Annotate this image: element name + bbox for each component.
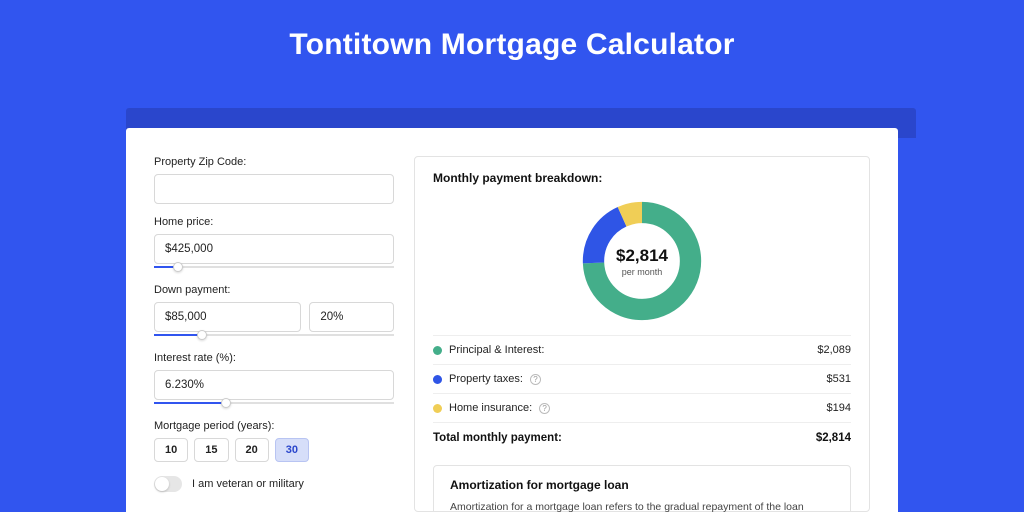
breakdown-panel: Monthly payment breakdown: $2,814 per mo…	[414, 156, 870, 512]
period-button-20[interactable]: 20	[235, 438, 269, 462]
period-button-15[interactable]: 15	[194, 438, 228, 462]
legend-row: Property taxes:? $531	[433, 364, 851, 393]
donut-sub: per month	[622, 267, 663, 277]
zip-field-group: Property Zip Code:	[154, 156, 394, 204]
donut-amount: $2,814	[616, 246, 668, 266]
page-title: Tontitown Mortgage Calculator	[0, 0, 1024, 84]
home-price-label: Home price:	[154, 216, 394, 228]
payment-donut-chart: $2,814 per month	[578, 197, 706, 325]
legend-amount: $194	[827, 402, 851, 414]
period-field-group: Mortgage period (years): 1015 2030	[154, 420, 394, 462]
period-row: 1015 2030	[154, 438, 394, 462]
toggle-knob	[155, 477, 169, 491]
down-payment-pct-input[interactable]	[309, 302, 394, 332]
info-icon[interactable]: ?	[530, 374, 541, 385]
zip-input[interactable]	[154, 174, 394, 204]
down-payment-slider[interactable]	[154, 330, 394, 340]
interest-slider[interactable]	[154, 398, 394, 408]
legend-dot	[433, 346, 442, 355]
form-panel: Property Zip Code: Home price: Down paym…	[154, 156, 394, 512]
down-payment-amount-input[interactable]	[154, 302, 301, 332]
home-price-field-group: Home price:	[154, 216, 394, 272]
legend-dot	[433, 404, 442, 413]
slider-fill	[154, 402, 226, 404]
interest-field-group: Interest rate (%):	[154, 352, 394, 408]
total-amount: $2,814	[816, 432, 851, 444]
period-button-10[interactable]: 10	[154, 438, 188, 462]
info-icon[interactable]: ?	[539, 403, 550, 414]
slider-thumb[interactable]	[221, 398, 231, 408]
interest-label: Interest rate (%):	[154, 352, 394, 364]
veteran-row: I am veteran or military	[154, 476, 394, 492]
donut-area: $2,814 per month	[433, 193, 851, 335]
legend-amount: $2,089	[817, 344, 851, 356]
total-row: Total monthly payment: $2,814	[433, 422, 851, 453]
legend-amount: $531	[827, 373, 851, 385]
home-price-input[interactable]	[154, 234, 394, 264]
legend-label: Home insurance:	[449, 402, 532, 414]
slider-thumb[interactable]	[173, 262, 183, 272]
period-label: Mortgage period (years):	[154, 420, 394, 432]
legend-row: Home insurance:? $194	[433, 393, 851, 422]
home-price-slider[interactable]	[154, 262, 394, 272]
veteran-label: I am veteran or military	[192, 478, 304, 490]
legend-label: Principal & Interest:	[449, 344, 544, 356]
total-label: Total monthly payment:	[433, 432, 562, 444]
amortization-title: Amortization for mortgage loan	[450, 478, 834, 492]
down-payment-field-group: Down payment:	[154, 284, 394, 340]
legend-dot	[433, 375, 442, 384]
zip-label: Property Zip Code:	[154, 156, 394, 168]
slider-fill	[154, 334, 202, 336]
amortization-text: Amortization for a mortgage loan refers …	[450, 500, 834, 512]
slider-thumb[interactable]	[197, 330, 207, 340]
calculator-card: Property Zip Code: Home price: Down paym…	[126, 128, 898, 512]
legend-label: Property taxes:	[449, 373, 523, 385]
amortization-card: Amortization for mortgage loan Amortizat…	[433, 465, 851, 512]
interest-input[interactable]	[154, 370, 394, 400]
breakdown-title: Monthly payment breakdown:	[433, 171, 851, 185]
slider-track	[154, 266, 394, 268]
veteran-toggle[interactable]	[154, 476, 182, 492]
down-payment-label: Down payment:	[154, 284, 394, 296]
period-button-30[interactable]: 30	[275, 438, 309, 462]
legend-row: Principal & Interest: $2,089	[433, 335, 851, 364]
donut-center: $2,814 per month	[578, 197, 706, 325]
